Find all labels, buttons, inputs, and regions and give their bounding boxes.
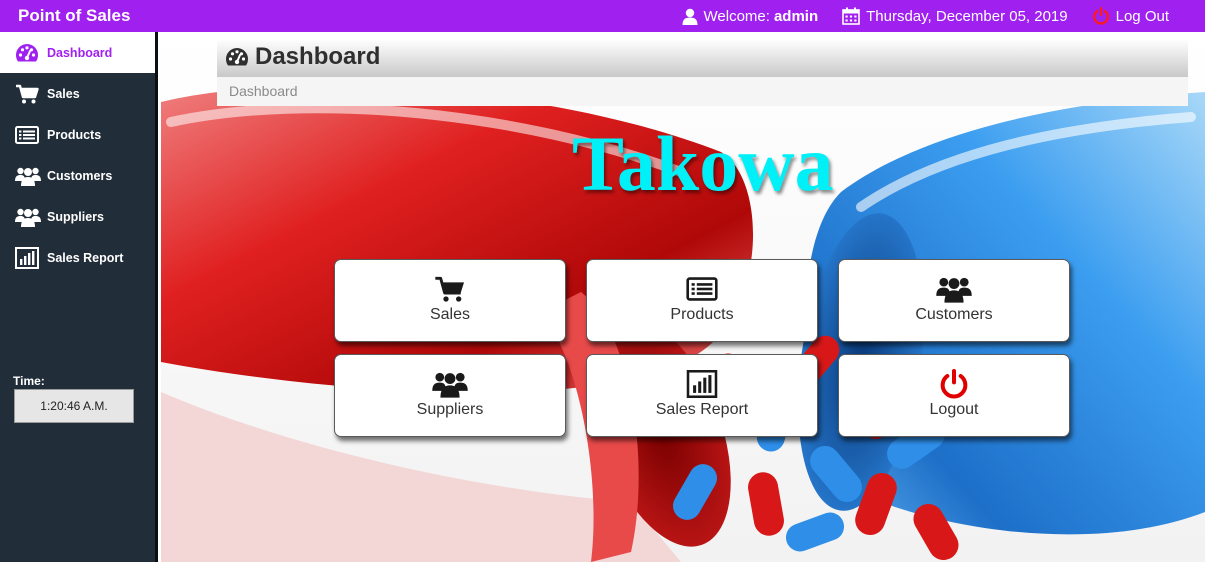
welcome-username: admin [773,7,819,25]
main-content: Dashboard Dashboard Takowa Sales Product… [161,32,1205,562]
bar-chart-icon [686,368,718,400]
sidebar-item-sales[interactable]: Sales [0,73,155,114]
sidebar: Dashboard Sales Products Customers Suppl… [0,32,158,562]
tile-label: Sales [429,306,471,323]
sidebar-item-label: Sales Report [47,250,124,265]
page-title: Dashboard [225,43,380,71]
sidebar-item-dashboard[interactable]: Dashboard [0,32,155,73]
sidebar-nav: Dashboard Sales Products Customers Suppl… [0,32,155,278]
list-icon [15,124,41,146]
page-title-text: Dashboard [255,43,381,70]
users-icon [432,368,468,400]
tile-label: Customers [915,306,993,323]
users-icon [936,273,972,305]
current-date: Thursday, December 05, 2019 [842,7,1068,25]
tile-label: Products [670,306,734,323]
power-icon [1092,7,1109,25]
sales-tile-button[interactable]: Sales [334,259,566,342]
bar-chart-icon [15,246,41,269]
users-icon [15,165,41,187]
customers-tile-button[interactable]: Customers [838,259,1070,342]
top-bar-right: Welcome: admin Thursday, December 05, 20… [658,0,1169,32]
app-brand[interactable]: Point of Sales [18,6,130,26]
dashboard-icon [225,48,249,66]
logout-label: Log Out [1115,7,1169,25]
hero-brand-text: Takowa [572,120,834,207]
welcome-label: Welcome: [703,7,770,25]
time-label: Time: [13,374,45,388]
sidebar-item-customers[interactable]: Customers [0,155,155,196]
sidebar-item-label: Suppliers [47,209,104,224]
cart-icon [15,83,41,105]
list-icon [686,273,718,305]
page-header: Dashboard [217,39,1188,77]
sidebar-item-suppliers[interactable]: Suppliers [0,196,155,237]
dashboard-icon [15,42,41,64]
sidebar-item-products[interactable]: Products [0,114,155,155]
calendar-icon [842,7,860,25]
sidebar-item-label: Customers [47,168,113,183]
logout-tile-button[interactable]: Logout [838,354,1070,437]
tile-label: Logout [929,401,979,418]
clock-display: 1:20:46 A.M. [14,389,134,423]
sidebar-item-label: Products [47,127,102,142]
breadcrumb: Dashboard [217,77,1188,106]
users-icon [15,206,41,228]
welcome-user: Welcome: admin [682,7,819,25]
sidebar-item-label: Dashboard [47,45,113,60]
power-icon [939,368,969,400]
user-icon [682,8,698,25]
sidebar-item-sales-report[interactable]: Sales Report [0,237,155,278]
sidebar-item-label: Sales [47,86,80,101]
date-text: Thursday, December 05, 2019 [866,7,1068,25]
products-tile-button[interactable]: Products [586,259,818,342]
tile-label: Sales Report [655,401,749,418]
top-bar: Point of Sales Welcome: admin Thursday, … [0,0,1205,32]
tile-label: Suppliers [416,401,484,418]
logout-link[interactable]: Log Out [1092,7,1169,25]
suppliers-tile-button[interactable]: Suppliers [334,354,566,437]
cart-icon [434,273,466,305]
sales-report-tile-button[interactable]: Sales Report [586,354,818,437]
